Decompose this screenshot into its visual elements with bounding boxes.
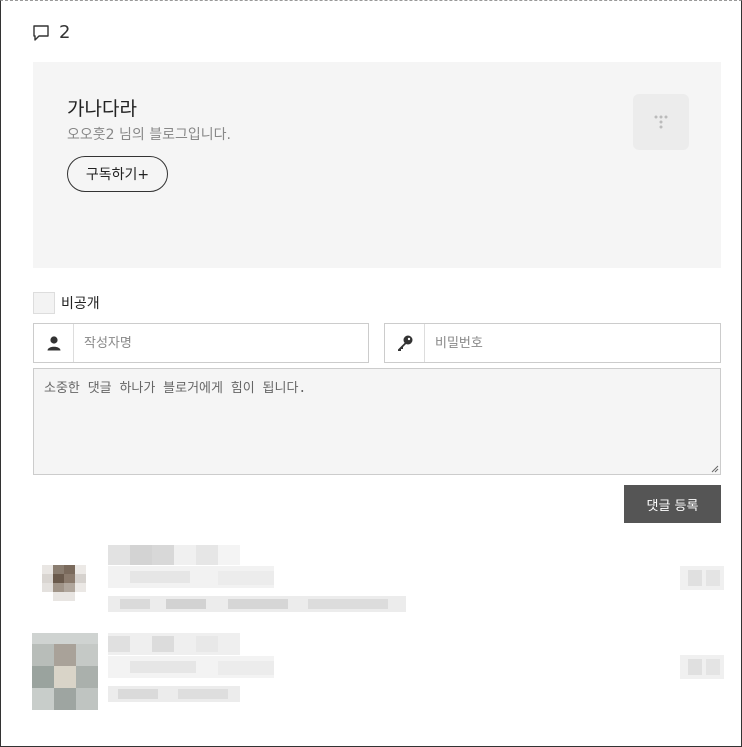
subscribe-button[interactable]: 구독하기+ — [67, 156, 168, 192]
comment-meta-blurred — [108, 656, 274, 678]
key-icon — [385, 324, 425, 362]
author-name-field — [33, 323, 369, 363]
blog-logo[interactable] — [633, 94, 689, 150]
private-checkbox[interactable] — [33, 292, 55, 314]
private-option: 비공개 — [33, 292, 100, 314]
blog-description: 오오훗2 님의 블로그입니다. — [67, 127, 231, 143]
avatar[interactable] — [42, 565, 86, 601]
blog-title[interactable]: 가나다라 — [67, 94, 137, 121]
comment-author-blurred — [108, 633, 240, 655]
comment-body-blurred — [108, 686, 240, 702]
comment-actions-blurred[interactable] — [680, 655, 724, 679]
comment-meta-blurred — [108, 566, 274, 588]
password-input[interactable] — [425, 324, 720, 362]
password-field — [384, 323, 721, 363]
comment-actions-blurred[interactable] — [680, 566, 724, 590]
comment-count: 2 — [32, 22, 70, 43]
comment-author-blurred — [108, 545, 240, 565]
speech-bubble-icon — [33, 24, 49, 41]
comment-textarea[interactable] — [33, 368, 721, 475]
user-icon — [34, 324, 74, 362]
submit-comment-button[interactable]: 댓글 등록 — [624, 485, 721, 523]
blog-profile-card: 가나다라 오오훗2 님의 블로그입니다. 구독하기+ — [33, 62, 721, 268]
comment-count-value: 2 — [59, 22, 71, 43]
tistory-logo-icon — [654, 115, 668, 129]
private-label: 비공개 — [61, 296, 100, 312]
resize-handle-icon[interactable] — [709, 463, 719, 473]
comment-body-blurred — [108, 596, 406, 612]
author-name-input[interactable] — [74, 324, 368, 362]
avatar[interactable] — [32, 633, 98, 710]
